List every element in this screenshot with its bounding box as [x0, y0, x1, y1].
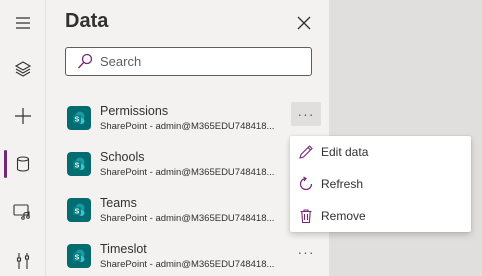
sharepoint-icon: S [67, 198, 91, 222]
sharepoint-icon: S [67, 244, 91, 268]
trash-icon [300, 209, 312, 224]
data-panel: Data S Permissions SharePoint - admin@M3… [46, 0, 330, 276]
close-icon [297, 16, 311, 30]
data-source-subtitle: SharePoint - admin@M365EDU748418... [100, 167, 275, 178]
menu-item-label: Refresh [321, 177, 364, 191]
menu-item-refresh[interactable]: Refresh [290, 168, 471, 200]
data-source-name: Permissions [100, 104, 169, 118]
tools-button[interactable] [0, 238, 46, 276]
tools-icon [16, 253, 30, 269]
search-box[interactable] [65, 47, 312, 76]
data-source-item-teams[interactable]: S Teams SharePoint - admin@M365EDU748418… [46, 189, 330, 235]
menu-item-edit-data[interactable]: Edit data [290, 136, 471, 168]
data-source-name: Teams [100, 196, 137, 210]
menu-item-label: Remove [321, 209, 366, 223]
data-source-subtitle: SharePoint - admin@M365EDU748418... [100, 121, 275, 132]
menu-item-label: Edit data [321, 145, 369, 159]
sharepoint-icon: S [67, 152, 91, 176]
svg-text:S: S [75, 255, 80, 262]
hamburger-menu-button[interactable] [0, 0, 46, 46]
data-source-item-permissions[interactable]: S Permissions SharePoint - admin@M365EDU… [46, 97, 330, 143]
data-source-item-schools[interactable]: S Schools SharePoint - admin@M365EDU7484… [46, 143, 330, 189]
svg-text:S: S [75, 209, 80, 216]
svg-text:S: S [75, 163, 80, 170]
search-input[interactable] [100, 50, 300, 73]
media-icon [13, 204, 30, 220]
data-source-subtitle: SharePoint - admin@M365EDU748418... [100, 259, 275, 270]
data-source-name: Schools [100, 150, 145, 164]
pencil-icon [299, 145, 313, 159]
close-panel-button[interactable] [292, 11, 316, 35]
sharepoint-icon: S [67, 106, 91, 130]
plus-icon [15, 108, 31, 124]
more-options-button[interactable]: ··· [291, 240, 321, 264]
left-rail [0, 0, 46, 276]
context-menu: Edit data Refresh Remove [290, 136, 471, 232]
data-button[interactable] [0, 141, 46, 187]
media-button[interactable] [0, 189, 46, 235]
menu-item-remove[interactable]: Remove [290, 200, 471, 232]
database-icon [16, 156, 30, 172]
search-icon [77, 53, 93, 69]
hamburger-menu-icon [16, 17, 30, 29]
panel-title: Data [65, 10, 109, 32]
more-options-button[interactable]: ··· [291, 102, 321, 126]
refresh-icon [299, 176, 313, 191]
layers-icon [14, 61, 32, 77]
insert-button[interactable] [0, 93, 46, 139]
data-source-item-timeslot[interactable]: S Timeslot SharePoint - admin@M365EDU748… [46, 235, 330, 276]
svg-text:S: S [75, 117, 80, 124]
tree-view-button[interactable] [0, 46, 46, 92]
data-source-name: Timeslot [100, 242, 147, 256]
data-source-subtitle: SharePoint - admin@M365EDU748418... [100, 213, 275, 224]
